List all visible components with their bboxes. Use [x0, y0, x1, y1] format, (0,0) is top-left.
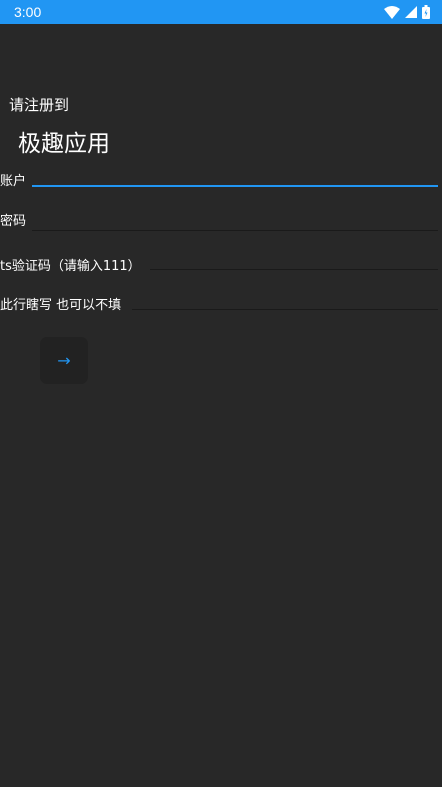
password-input[interactable] [32, 208, 437, 228]
app-title: 极趣应用 [18, 131, 110, 157]
captcha-input[interactable] [150, 249, 437, 269]
register-subtitle: 请注册到 [9, 96, 70, 114]
signal-icon [405, 6, 417, 18]
account-input[interactable] [32, 166, 437, 186]
wifi-icon [384, 5, 400, 19]
battery-icon [422, 5, 430, 19]
submit-button[interactable]: → [40, 337, 88, 384]
password-label: 密码 [0, 214, 27, 229]
extra-input[interactable] [132, 289, 437, 309]
arrow-right-icon: → [57, 350, 71, 370]
extra-underline [132, 309, 438, 310]
extra-label: 此行瞎写 也可以不填 [0, 298, 122, 313]
status-bar: 3:00 [0, 0, 442, 24]
captcha-underline [150, 269, 438, 270]
password-underline [32, 230, 438, 231]
captcha-label: ts验证码（请输入111） [0, 259, 141, 274]
status-icons [384, 5, 430, 19]
status-time: 3:00 [14, 4, 42, 20]
account-underline [32, 185, 438, 187]
account-label: 账户 [0, 174, 27, 189]
